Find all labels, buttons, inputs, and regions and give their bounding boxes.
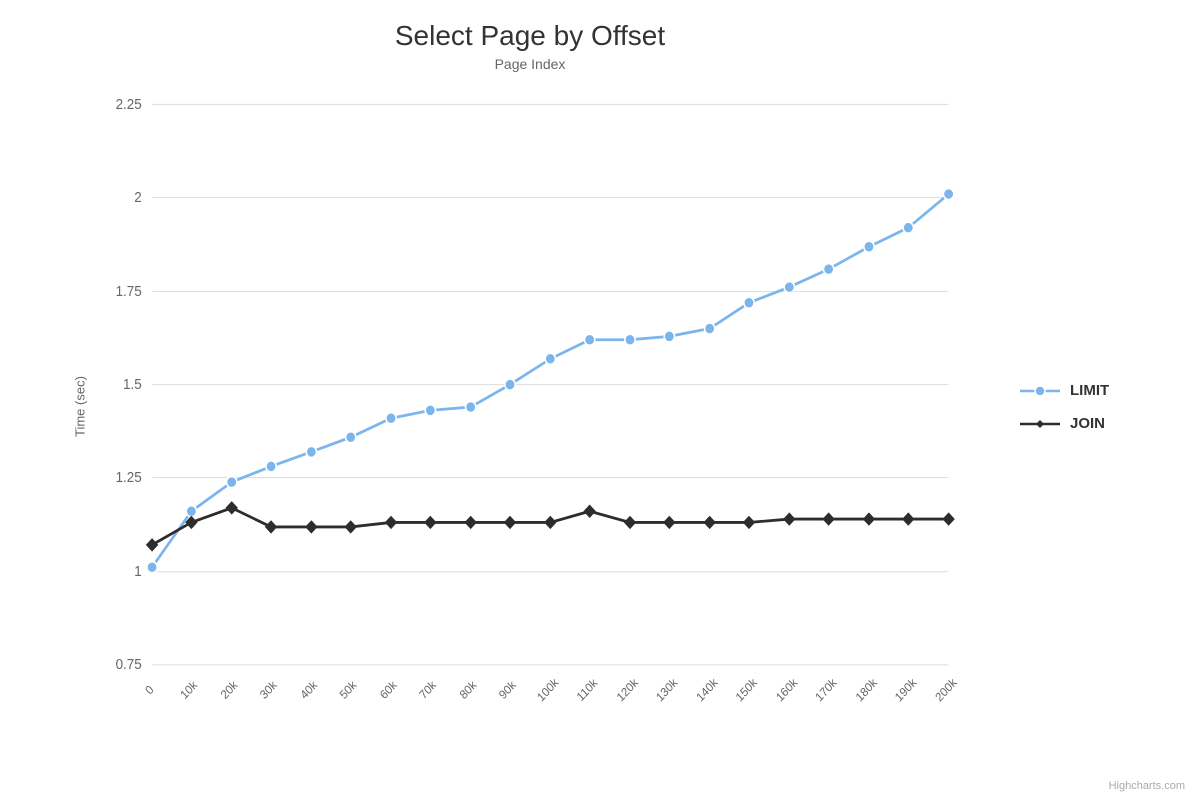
svg-text:2: 2 — [134, 188, 142, 205]
legend-join-label: JOIN — [1070, 415, 1105, 432]
svg-text:20k: 20k — [218, 678, 241, 702]
svg-text:40k: 40k — [297, 678, 320, 702]
svg-text:1.25: 1.25 — [116, 469, 142, 486]
svg-text:1: 1 — [134, 563, 142, 580]
svg-text:60k: 60k — [377, 678, 400, 702]
chart-subtitle: Page Index — [70, 56, 1190, 72]
svg-text:70k: 70k — [416, 678, 439, 702]
svg-text:190k: 190k — [892, 675, 919, 704]
chart-container: Select Page by Offset Page Index Time (s… — [0, 0, 1200, 800]
svg-text:30k: 30k — [257, 678, 280, 702]
y-axis-label: Time (sec) — [70, 82, 90, 732]
chart-title: Select Page by Offset — [70, 20, 1190, 52]
svg-text:2.25: 2.25 — [116, 95, 142, 112]
chart-inner: .grid-line { stroke: #e0e0e0; stroke-wid… — [90, 82, 990, 732]
svg-text:160k: 160k — [773, 675, 800, 704]
svg-text:100k: 100k — [534, 675, 561, 704]
legend-limit-label: LIMIT — [1070, 382, 1109, 399]
svg-text:130k: 130k — [653, 675, 680, 704]
chart-svg: .grid-line { stroke: #e0e0e0; stroke-wid… — [90, 82, 990, 732]
svg-text:80k: 80k — [457, 678, 480, 702]
svg-text:50k: 50k — [337, 678, 360, 702]
svg-text:110k: 110k — [574, 676, 600, 705]
svg-text:120k: 120k — [614, 675, 641, 704]
svg-text:140k: 140k — [693, 675, 720, 704]
legend-item-join: JOIN — [1020, 415, 1190, 432]
legend-join-icon — [1020, 417, 1060, 431]
svg-text:0.75: 0.75 — [116, 656, 142, 673]
highcharts-credit: Highcharts.com — [1109, 780, 1185, 792]
svg-text:200k: 200k — [932, 675, 959, 704]
legend-limit-icon — [1020, 384, 1060, 398]
chart-legend: LIMIT JOIN — [990, 82, 1190, 732]
svg-text:150k: 150k — [733, 675, 760, 704]
svg-text:0: 0 — [142, 682, 156, 697]
svg-text:10k: 10k — [177, 678, 200, 702]
svg-text:170k: 170k — [812, 675, 839, 704]
svg-text:90k: 90k — [496, 678, 519, 702]
svg-text:1.5: 1.5 — [123, 376, 142, 393]
svg-text:1.75: 1.75 — [116, 283, 142, 300]
chart-area: Time (sec) .grid-line { stroke: #e0e0e0;… — [70, 82, 1190, 732]
legend-item-limit: LIMIT — [1020, 382, 1190, 399]
svg-text:180k: 180k — [853, 675, 880, 704]
